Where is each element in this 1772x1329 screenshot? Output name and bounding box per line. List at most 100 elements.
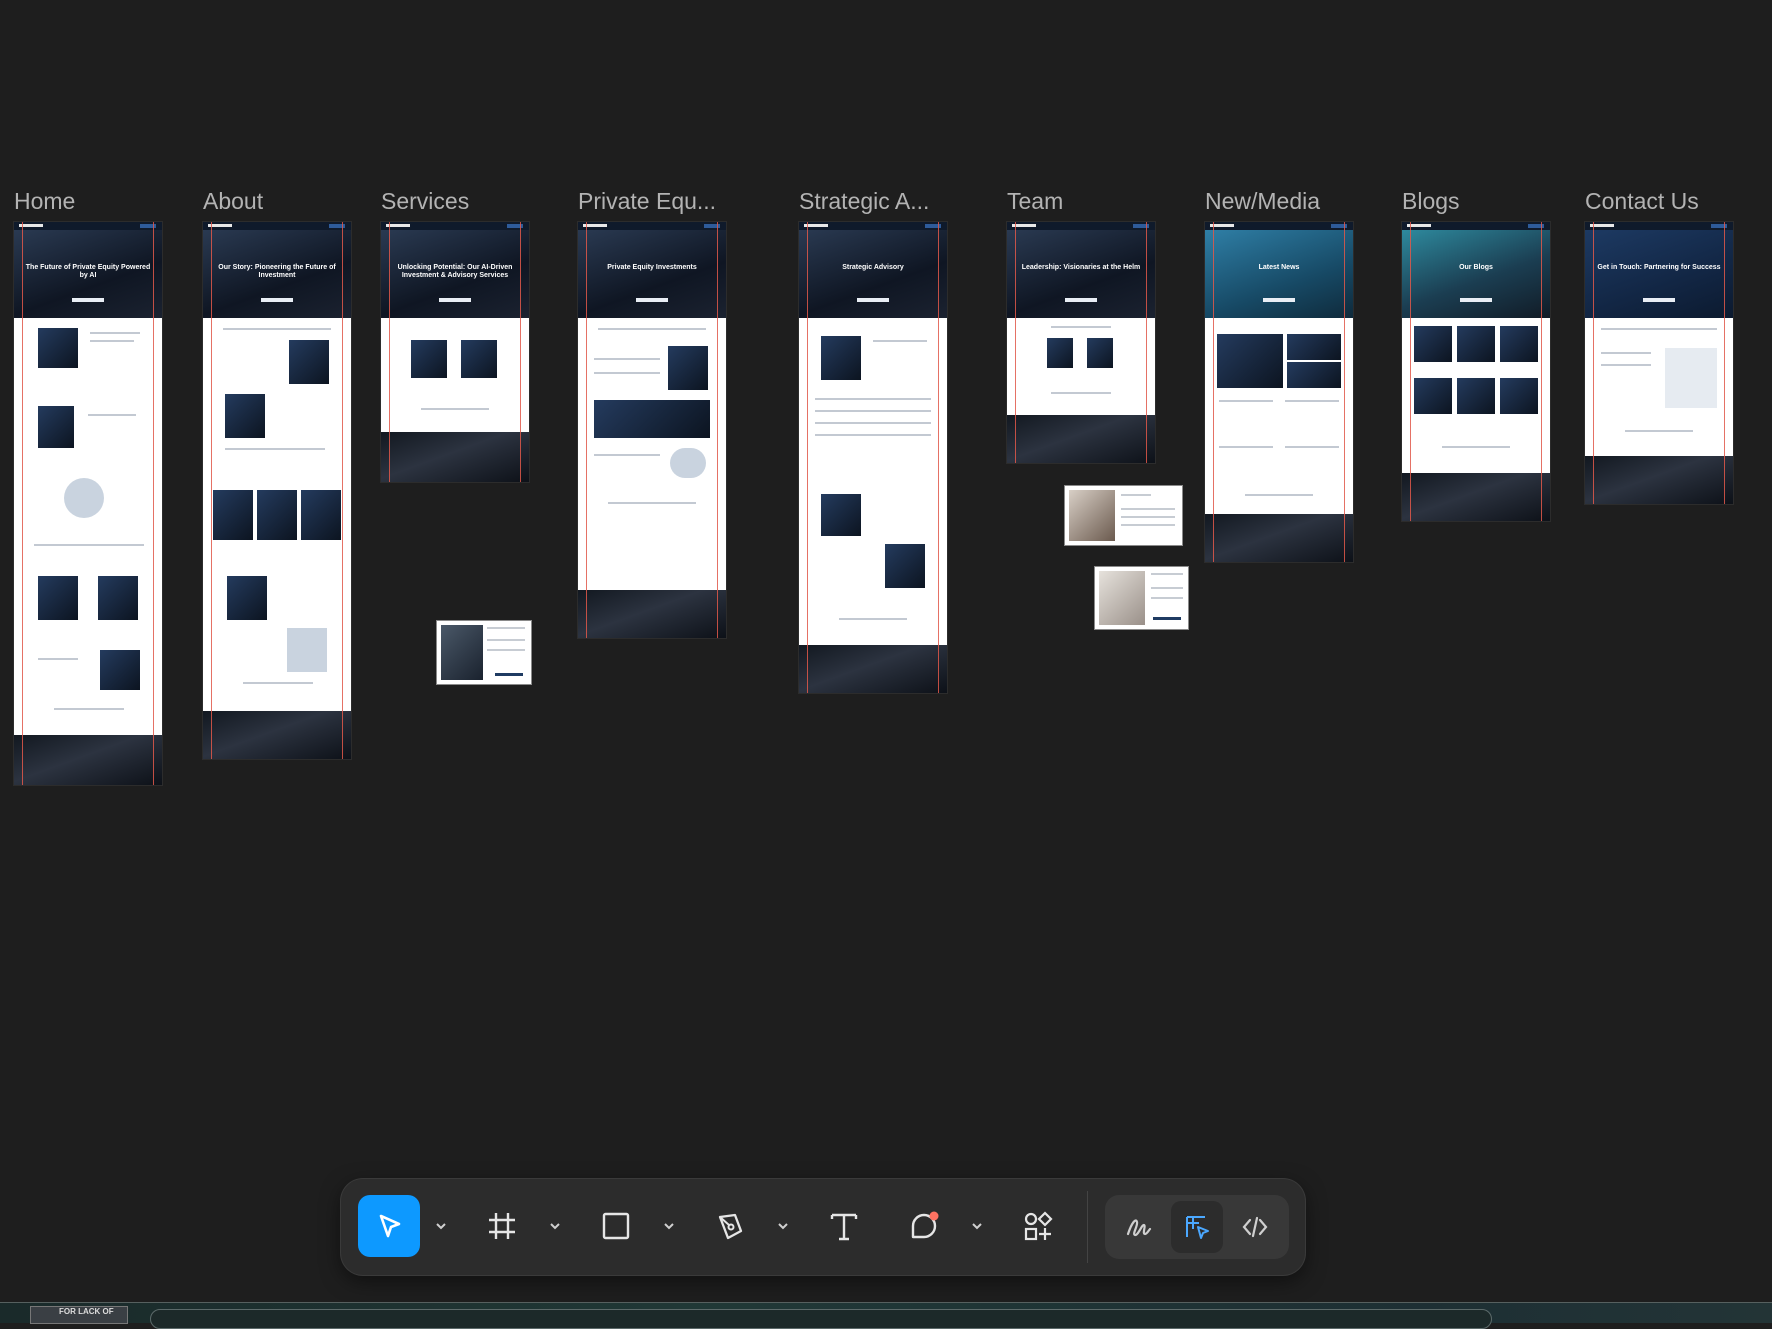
card-image: [1099, 571, 1145, 625]
hero-button: [72, 298, 104, 302]
frame-strategic-advisory[interactable]: Strategic Advisory: [799, 222, 947, 693]
move-tool-button[interactable]: [358, 1195, 420, 1257]
bottom-toolbar: [341, 1179, 1305, 1275]
actions-tool-button[interactable]: [1007, 1195, 1069, 1257]
frame-footer: [1585, 456, 1733, 504]
design-canvas[interactable]: Home About Services Private Equ... Strat…: [0, 0, 1772, 1322]
text-line: [38, 658, 78, 660]
hero-title: Our Blogs: [1459, 264, 1493, 271]
frame-hero: Unlocking Potential: Our AI-Driven Inves…: [381, 230, 529, 318]
mode-switcher: [1105, 1195, 1289, 1259]
design-cursor-icon: [1186, 1216, 1209, 1239]
floating-component-card[interactable]: [436, 620, 532, 685]
text-line: [90, 332, 140, 334]
frame-nav: [1205, 222, 1353, 230]
content-image: [594, 400, 710, 438]
layout-guide: [520, 222, 521, 482]
text-line: [594, 454, 660, 456]
layout-guide: [1410, 222, 1411, 521]
content-image: [301, 490, 341, 540]
text-line: [487, 627, 525, 629]
frame-team[interactable]: Leadership: Visionaries at the Helm: [1007, 222, 1155, 463]
frame-content: [578, 318, 726, 590]
hero-button: [1065, 298, 1097, 302]
text-line: [1151, 587, 1183, 589]
content-image: [38, 328, 78, 368]
layout-guide: [153, 222, 154, 785]
os-taskbar: FOR LACK OF: [0, 1302, 1772, 1329]
frame-label-home[interactable]: Home: [14, 188, 75, 215]
frame-hero: Latest News: [1205, 230, 1353, 318]
draw-mode-button[interactable]: [1113, 1201, 1165, 1253]
taskbar-dock[interactable]: [150, 1309, 1492, 1329]
chevron-down-icon[interactable]: [662, 1219, 676, 1233]
text-line: [1285, 400, 1339, 402]
content-image: [38, 576, 78, 620]
frame-label-about[interactable]: About: [203, 188, 263, 215]
layout-guide: [1724, 222, 1725, 504]
dev-mode-button[interactable]: [1229, 1201, 1281, 1253]
frame-nav: [799, 222, 947, 230]
frame-label-private-equity[interactable]: Private Equ...: [578, 188, 716, 215]
news-image: [1287, 334, 1341, 360]
hero-title: Latest News: [1258, 264, 1300, 271]
pen-tool-button[interactable]: [699, 1195, 761, 1257]
comment-bubble-icon: [911, 1211, 939, 1239]
chevron-down-icon[interactable]: [970, 1219, 984, 1233]
text-tool-button[interactable]: [813, 1195, 875, 1257]
design-mode-button[interactable]: [1171, 1201, 1223, 1253]
frame-hero: Our Story: Pioneering the Future of Inve…: [203, 230, 351, 318]
content-image: [213, 490, 253, 540]
chevron-down-icon[interactable]: [434, 1219, 448, 1233]
frame-about[interactable]: Our Story: Pioneering the Future of Inve…: [203, 222, 351, 759]
chevron-down-icon[interactable]: [548, 1219, 562, 1233]
text-line: [1442, 446, 1510, 448]
shape-tool-button[interactable]: [585, 1195, 647, 1257]
frame-label-strategic-advisory[interactable]: Strategic A...: [799, 188, 929, 215]
text-line: [421, 408, 489, 410]
frame-footer: [203, 711, 351, 759]
floating-profile-card[interactable]: [1064, 485, 1183, 546]
diagram-circle: [64, 478, 104, 518]
comment-tool-button[interactable]: [893, 1195, 955, 1257]
floating-component-card[interactable]: [1094, 566, 1189, 630]
content-image: [289, 340, 329, 384]
text-line: [487, 639, 525, 641]
frame-label-blogs[interactable]: Blogs: [1402, 188, 1460, 215]
frame-label-team[interactable]: Team: [1007, 188, 1063, 215]
content-image: [98, 576, 138, 620]
layout-guide: [389, 222, 390, 482]
news-image: [1217, 334, 1283, 388]
frame-content: [1402, 318, 1550, 473]
frame-label-services[interactable]: Services: [381, 188, 469, 215]
card-button: [1153, 617, 1181, 620]
frame-content: [381, 318, 529, 432]
layout-guide: [211, 222, 212, 759]
rectangle-icon: [602, 1212, 630, 1240]
frame-label-news-media[interactable]: New/Media: [1205, 188, 1320, 215]
frame-services[interactable]: Unlocking Potential: Our AI-Driven Inves…: [381, 222, 529, 482]
hero-title: Our Story: Pioneering the Future of Inve…: [218, 264, 336, 279]
frame-blogs[interactable]: Our Blogs: [1402, 222, 1550, 521]
frame-tool-button[interactable]: [471, 1195, 533, 1257]
text-line: [1051, 326, 1111, 328]
taskbar-thumbnail[interactable]: FOR LACK OF: [30, 1306, 128, 1324]
frame-label-contact-us[interactable]: Contact Us: [1585, 188, 1699, 215]
frame-home[interactable]: The Future of Private Equity Powered by …: [14, 222, 162, 785]
text-line: [594, 372, 660, 374]
text-line: [1121, 516, 1175, 518]
frame-hero: The Future of Private Equity Powered by …: [14, 230, 162, 318]
blog-image: [1414, 378, 1452, 414]
frame-nav: [1402, 222, 1550, 230]
text-line: [487, 649, 525, 651]
frame-content: [799, 318, 947, 645]
news-image: [1287, 362, 1341, 388]
frame-contact-us[interactable]: Get in Touch: Partnering for Success: [1585, 222, 1733, 504]
pen-nib-icon: [718, 1213, 743, 1240]
frame-news-media[interactable]: Latest News: [1205, 222, 1353, 562]
chevron-down-icon[interactable]: [776, 1219, 790, 1233]
text-T-icon: [830, 1213, 858, 1241]
text-line: [815, 422, 931, 424]
frame-private-equity[interactable]: Private Equity Investments: [578, 222, 726, 638]
text-line: [1151, 573, 1183, 575]
